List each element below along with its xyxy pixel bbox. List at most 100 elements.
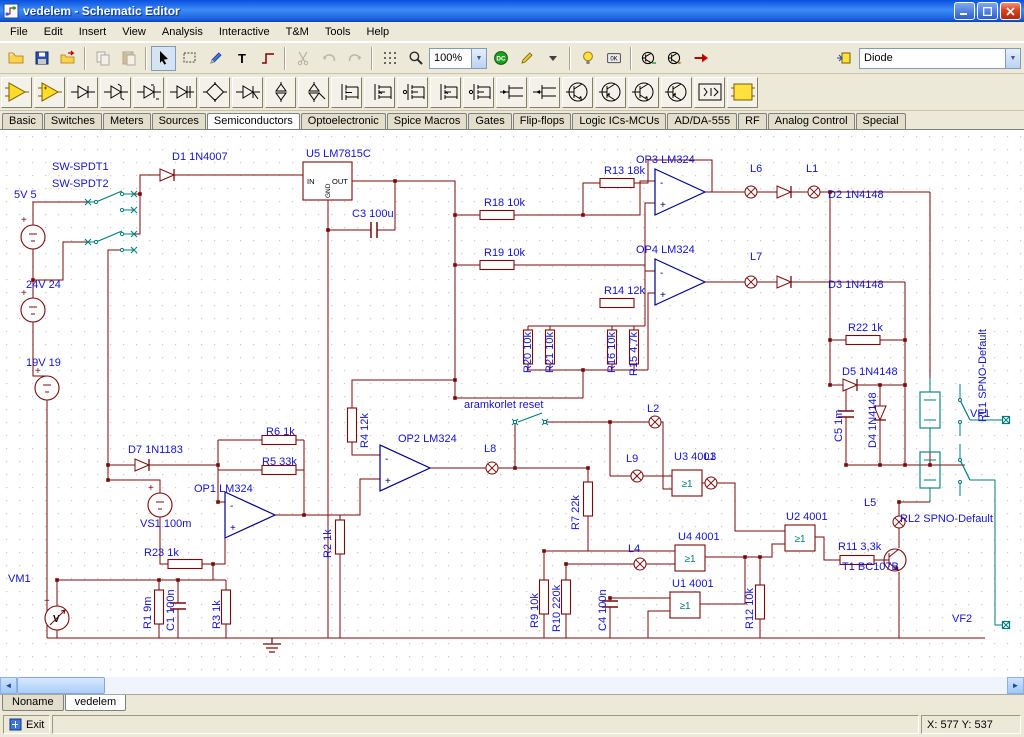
- menu-edit[interactable]: Edit: [36, 23, 71, 41]
- component-label[interactable]: L7: [750, 251, 762, 263]
- tab-optoelectronic[interactable]: Optoelectronic: [300, 113, 386, 129]
- part-L1[interactable]: [807, 185, 821, 199]
- component-label[interactable]: L8: [484, 443, 496, 455]
- mode-arrow-button[interactable]: [540, 46, 565, 71]
- palette-pmos-depletion[interactable]: [463, 76, 494, 108]
- component-label[interactable]: U4 4001: [678, 531, 720, 543]
- component-label[interactable]: L1: [806, 163, 818, 175]
- part-R7[interactable]: [582, 481, 594, 517]
- palette-bridge-rectifier[interactable]: [199, 76, 230, 108]
- bjt-arrow-button[interactable]: [636, 46, 661, 71]
- export-button[interactable]: [55, 46, 80, 71]
- save-button[interactable]: [29, 46, 54, 71]
- palette-nmos-depletion[interactable]: [430, 76, 461, 108]
- tab-switches[interactable]: Switches: [43, 113, 102, 129]
- part-L6[interactable]: [744, 185, 758, 199]
- component-label[interactable]: D1 1N4007: [172, 151, 228, 163]
- component-label[interactable]: OP1 LM324: [194, 483, 253, 495]
- multimeter-button[interactable]: 0K: [601, 46, 626, 71]
- doc-tab-vedelem[interactable]: vedelem: [64, 695, 127, 711]
- palette-diode[interactable]: [67, 76, 98, 108]
- palette-nmos[interactable]: [364, 76, 395, 108]
- component-label[interactable]: VF2: [952, 613, 972, 625]
- part-R14[interactable]: [599, 297, 635, 309]
- component-label[interactable]: C4 100n: [597, 589, 609, 631]
- chevron-down-icon[interactable]: ▼: [1005, 48, 1020, 68]
- part-R13[interactable]: [599, 177, 635, 189]
- part-U1[interactable]: ≥1: [669, 591, 701, 619]
- maximize-button[interactable]: [977, 2, 998, 20]
- menu-analysis[interactable]: Analysis: [154, 23, 211, 41]
- palette-diac[interactable]: [265, 76, 296, 108]
- zoom-tool-button[interactable]: [403, 46, 428, 71]
- pencil-button[interactable]: [203, 46, 228, 71]
- scroll-track[interactable]: [105, 677, 1007, 694]
- component-label[interactable]: C5 1m: [833, 410, 845, 442]
- tab-special[interactable]: Special: [855, 113, 906, 129]
- component-label[interactable]: U5 LM7815C: [306, 148, 371, 160]
- component-label[interactable]: OP2 LM324: [398, 433, 457, 445]
- bjt-edit-button[interactable]: [662, 46, 687, 71]
- part-U3[interactable]: ≥1: [671, 469, 703, 497]
- menu-tools[interactable]: Tools: [317, 23, 359, 41]
- grid-button[interactable]: [377, 46, 402, 71]
- component-label[interactable]: SW-SPDT2: [52, 178, 109, 190]
- palette-varicap-diode[interactable]: [166, 76, 197, 108]
- part-U4[interactable]: ≥1: [674, 544, 706, 572]
- component-label[interactable]: R9 10k: [529, 593, 541, 628]
- part-R23[interactable]: [167, 558, 203, 570]
- palette-scr-thyristor[interactable]: [232, 76, 263, 108]
- menu-help[interactable]: Help: [359, 23, 398, 41]
- component-label[interactable]: 5V 5: [14, 189, 37, 201]
- cut-button[interactable]: [290, 46, 315, 71]
- component-label[interactable]: R23 1k: [144, 547, 179, 559]
- component-label[interactable]: D7 1N1183: [128, 444, 183, 456]
- part-VF2[interactable]: [1001, 620, 1011, 630]
- close-button[interactable]: [1000, 2, 1021, 20]
- component-label[interactable]: C3 100u: [352, 208, 394, 220]
- scroll-left-button[interactable]: ◄: [0, 677, 17, 694]
- tab-analog-control[interactable]: Analog Control: [767, 113, 855, 129]
- palette-subcircuit[interactable]: [727, 76, 758, 108]
- component-label[interactable]: R16 10k: [606, 332, 618, 373]
- component-label[interactable]: VM1: [8, 573, 31, 585]
- selection-button[interactable]: [177, 46, 202, 71]
- component-label[interactable]: L2: [647, 403, 659, 415]
- component-label[interactable]: D5 1N4148: [842, 366, 898, 378]
- tab-spice-macros[interactable]: Spice Macros: [386, 113, 468, 129]
- palette-p-jfet[interactable]: [529, 76, 560, 108]
- component-label[interactable]: RL2 SPNO-Default: [900, 513, 993, 525]
- component-label[interactable]: L6: [750, 163, 762, 175]
- copy-button[interactable]: [90, 46, 115, 71]
- part-L9[interactable]: [630, 469, 644, 483]
- tab-rf[interactable]: RF: [738, 113, 767, 129]
- palette-pnp-transistor[interactable]: [595, 76, 626, 108]
- component-label[interactable]: aramkorlet reset: [464, 399, 543, 411]
- component-mode-button[interactable]: [831, 46, 856, 71]
- open-button[interactable]: [3, 46, 28, 71]
- component-label[interactable]: L3: [704, 451, 716, 463]
- component-select[interactable]: Diode ▼: [859, 47, 1021, 69]
- part-R12[interactable]: [754, 584, 766, 620]
- tab-flip-flops[interactable]: Flip-flops: [512, 113, 572, 129]
- palette-npn-darlington[interactable]: [628, 76, 659, 108]
- component-label[interactable]: OP4 LM324: [636, 244, 695, 256]
- part-L2[interactable]: [648, 415, 662, 429]
- palette-igbt[interactable]: [331, 76, 362, 108]
- component-label[interactable]: R6 1k: [266, 426, 295, 438]
- component-label[interactable]: R7 22k: [570, 495, 582, 530]
- part-L4[interactable]: [633, 557, 647, 571]
- part-R2[interactable]: [334, 519, 346, 555]
- palette-pnp-darlington[interactable]: [661, 76, 692, 108]
- component-label[interactable]: L4: [628, 543, 640, 555]
- component-label[interactable]: R18 10k: [484, 197, 525, 209]
- palette-schottky-diode[interactable]: [133, 76, 164, 108]
- component-label[interactable]: T1 BC107B: [842, 561, 899, 573]
- text-button[interactable]: T: [229, 46, 254, 71]
- component-label[interactable]: R5 33k: [262, 456, 297, 468]
- part-L7[interactable]: [744, 275, 758, 289]
- part-R22[interactable]: [845, 334, 881, 346]
- component-label[interactable]: SW-SPDT1: [52, 161, 109, 173]
- wire-button[interactable]: [255, 46, 280, 71]
- tab-basic[interactable]: Basic: [2, 113, 43, 129]
